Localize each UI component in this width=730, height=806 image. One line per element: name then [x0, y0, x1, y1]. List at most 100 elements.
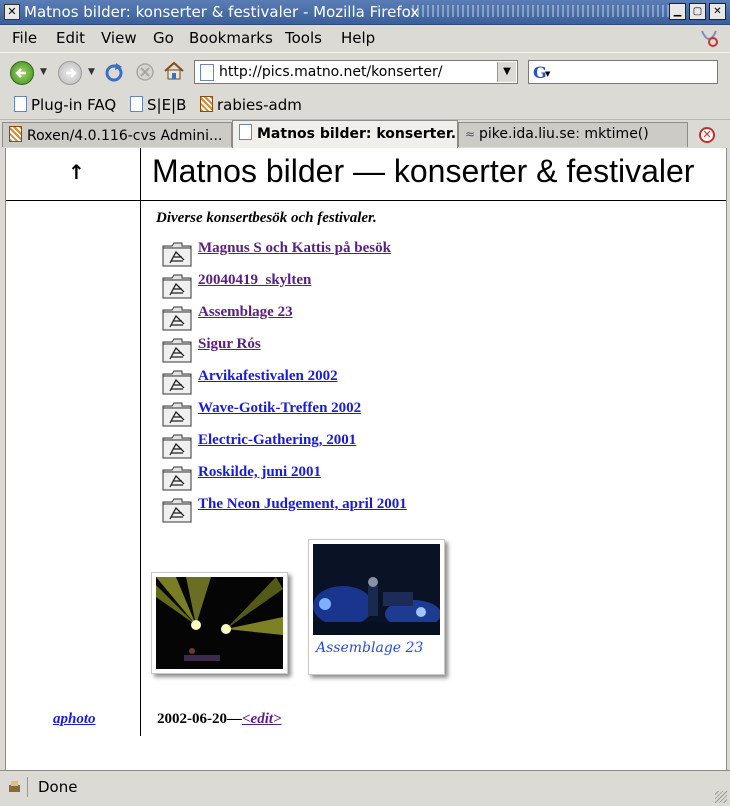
header-divider	[6, 200, 726, 201]
menu-tools[interactable]: Tools	[285, 29, 322, 47]
search-engine-dropdown-icon[interactable]: ▼	[545, 70, 550, 78]
navigation-toolbar: ▼ ▼ http://pics.matno.net/konserter/ ▼ G…	[0, 52, 730, 92]
search-box[interactable]: G ▼	[528, 60, 718, 84]
url-text[interactable]: http://pics.matno.net/konserter/	[219, 64, 442, 80]
page-icon	[14, 96, 27, 112]
forward-dropdown-icon[interactable]: ▼	[88, 67, 95, 77]
aphoto-link[interactable]: aphoto	[53, 711, 96, 728]
folder-icon[interactable]	[162, 241, 192, 267]
status-bar: Done	[0, 770, 730, 806]
list-item[interactable]: Electric-Gathering, 2001	[162, 430, 562, 460]
folder-icon[interactable]	[162, 273, 192, 299]
album-link[interactable]: Arvikafestivalen 2002	[198, 368, 338, 385]
album-link[interactable]: Magnus S och Kattis på besök	[198, 240, 391, 257]
album-link[interactable]: The Neon Judgement, april 2001	[198, 496, 407, 513]
intro-text: Diverse konsertbesök och festivaler.	[156, 210, 377, 226]
album-link[interactable]: 20040419_skylten	[198, 272, 311, 289]
menu-bookmarks[interactable]: Bookmarks	[189, 29, 273, 47]
roxen-icon	[200, 96, 213, 112]
up-arrow-link[interactable]: ↑	[68, 160, 85, 184]
tab-roxen[interactable]: Roxen/4.0.116-cvs Admini...	[2, 122, 232, 147]
window-menu-icon[interactable]: ✕	[4, 4, 20, 20]
list-item[interactable]: Arvikafestivalen 2002	[162, 366, 562, 396]
bookmark-rabies-adm[interactable]: rabies-adm	[200, 96, 302, 114]
reload-icon[interactable]	[102, 61, 126, 83]
folder-icon[interactable]	[162, 337, 192, 363]
album-link[interactable]: Wave-Gotik-Treffen 2002	[198, 400, 361, 417]
menu-view[interactable]: View	[101, 29, 137, 47]
menu-file[interactable]: File	[12, 29, 37, 47]
tab-pike-mktime[interactable]: ≈ pike.ida.liu.se: mktime()	[458, 122, 688, 147]
page-heading: Matnos bilder — konserter & festivaler	[152, 153, 695, 189]
url-dropdown-icon[interactable]: ▼	[497, 62, 516, 82]
folder-icon[interactable]	[162, 369, 192, 395]
close-icon[interactable]: ✕	[709, 3, 726, 20]
folder-icon[interactable]	[162, 465, 192, 491]
tab-label: Roxen/4.0.116-cvs Admini...	[27, 128, 223, 144]
edit-link[interactable]: <edit>	[242, 711, 282, 727]
list-item[interactable]: Magnus S och Kattis på besök	[162, 238, 562, 268]
resize-grip[interactable]	[715, 791, 727, 803]
concert-photo	[156, 577, 283, 669]
menu-help[interactable]: Help	[341, 29, 375, 47]
thumbnail-roskilde[interactable]	[151, 572, 288, 674]
folder-icon[interactable]	[162, 305, 192, 331]
thumbnail-caption[interactable]: Assemblage 23	[316, 640, 423, 656]
web-content: ↑ Matnos bilder — konserter & festivaler…	[5, 148, 727, 770]
forward-button[interactable]	[58, 61, 82, 85]
tab-bar: Roxen/4.0.116-cvs Admini... Matnos bilde…	[0, 120, 730, 148]
back-button[interactable]	[10, 61, 34, 85]
bookmarks-toolbar: Plug-in FAQ S|E|B rabies-adm	[0, 91, 730, 120]
bookmark-label: S|E|B	[147, 96, 187, 114]
menu-edit[interactable]: Edit	[56, 29, 85, 47]
tab-label: Matnos bilder: konserter...	[257, 126, 458, 142]
forward-arrow-icon	[66, 68, 77, 78]
roxen-icon	[9, 126, 22, 142]
album-link[interactable]: Assemblage 23	[198, 304, 293, 321]
thumbnail-assemblage-23[interactable]: Assemblage 23	[308, 539, 445, 675]
throbber-icon	[701, 30, 718, 47]
folder-icon[interactable]	[162, 401, 192, 427]
bookmark-seb[interactable]: S|E|B	[130, 96, 186, 114]
window-titlebar: ✕ Matnos bilder: konserter & festivaler …	[0, 0, 730, 25]
list-item[interactable]: Sigur Rós	[162, 334, 562, 364]
folder-icon[interactable]	[162, 433, 192, 459]
bookmark-plugin-faq[interactable]: Plug-in FAQ	[14, 96, 116, 114]
album-link[interactable]: Sigur Rós	[198, 336, 261, 353]
list-item[interactable]: Roskilde, juni 2001	[162, 462, 562, 492]
minimize-icon[interactable]: ▁	[669, 3, 686, 20]
menu-go[interactable]: Go	[153, 29, 174, 47]
titlebar-grip	[412, 5, 672, 17]
page-icon	[200, 64, 214, 81]
status-security-icon[interactable]	[7, 777, 28, 797]
window-controls: ▁ ▢ ✕	[669, 3, 726, 20]
thumbnail-image[interactable]	[313, 544, 440, 635]
tab-label: pike.ida.liu.se: mktime()	[479, 126, 649, 142]
page-icon	[130, 96, 143, 112]
column-divider	[140, 148, 141, 736]
footer-date: 2002-06-20—	[157, 711, 242, 727]
back-dropdown-icon[interactable]: ▼	[40, 67, 47, 77]
list-item[interactable]: Assemblage 23	[162, 302, 562, 332]
page-icon	[239, 124, 252, 140]
list-item[interactable]: 20040419_skylten	[162, 270, 562, 300]
url-bar[interactable]: http://pics.matno.net/konserter/ ▼	[194, 60, 518, 84]
page-footer: 2002-06-20—<edit>	[157, 711, 282, 728]
back-arrow-icon	[15, 68, 26, 78]
connection-icon	[9, 781, 20, 792]
stop-icon[interactable]	[134, 61, 156, 83]
list-item[interactable]: Wave-Gotik-Treffen 2002	[162, 398, 562, 428]
home-icon[interactable]	[162, 59, 186, 83]
status-text: Done	[38, 778, 78, 796]
tab-matnos-bilder[interactable]: Matnos bilder: konserter...	[232, 120, 458, 148]
maximize-icon[interactable]: ▢	[689, 3, 706, 20]
close-tab-icon[interactable]: ✕	[699, 127, 715, 143]
window-title: Matnos bilder: konserter & festivaler - …	[24, 3, 420, 21]
folder-icon[interactable]	[162, 497, 192, 523]
thumbnail-image[interactable]	[156, 577, 283, 669]
album-link[interactable]: Electric-Gathering, 2001	[198, 432, 356, 449]
bookmark-label: Plug-in FAQ	[31, 96, 117, 114]
list-item[interactable]: The Neon Judgement, april 2001	[162, 494, 562, 524]
album-link[interactable]: Roskilde, juni 2001	[198, 464, 321, 481]
concert-photo	[313, 544, 440, 635]
